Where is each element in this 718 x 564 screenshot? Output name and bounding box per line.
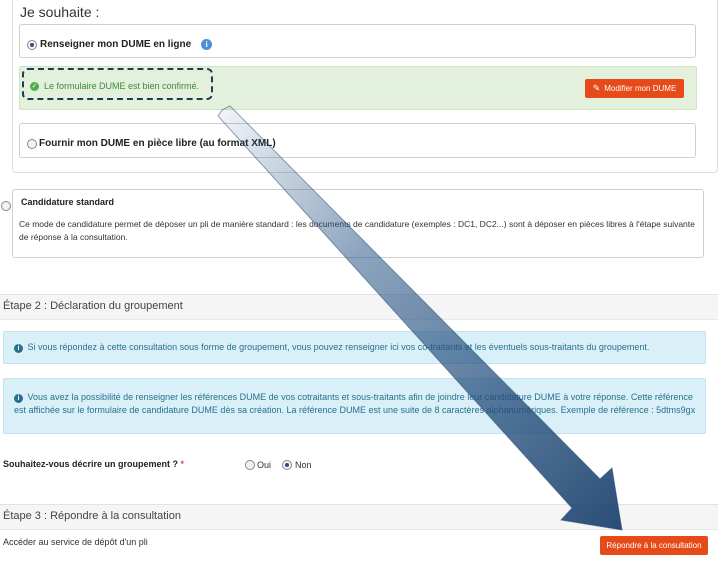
tutorial-arrow — [217, 105, 623, 531]
arrow-shape — [217, 105, 623, 531]
